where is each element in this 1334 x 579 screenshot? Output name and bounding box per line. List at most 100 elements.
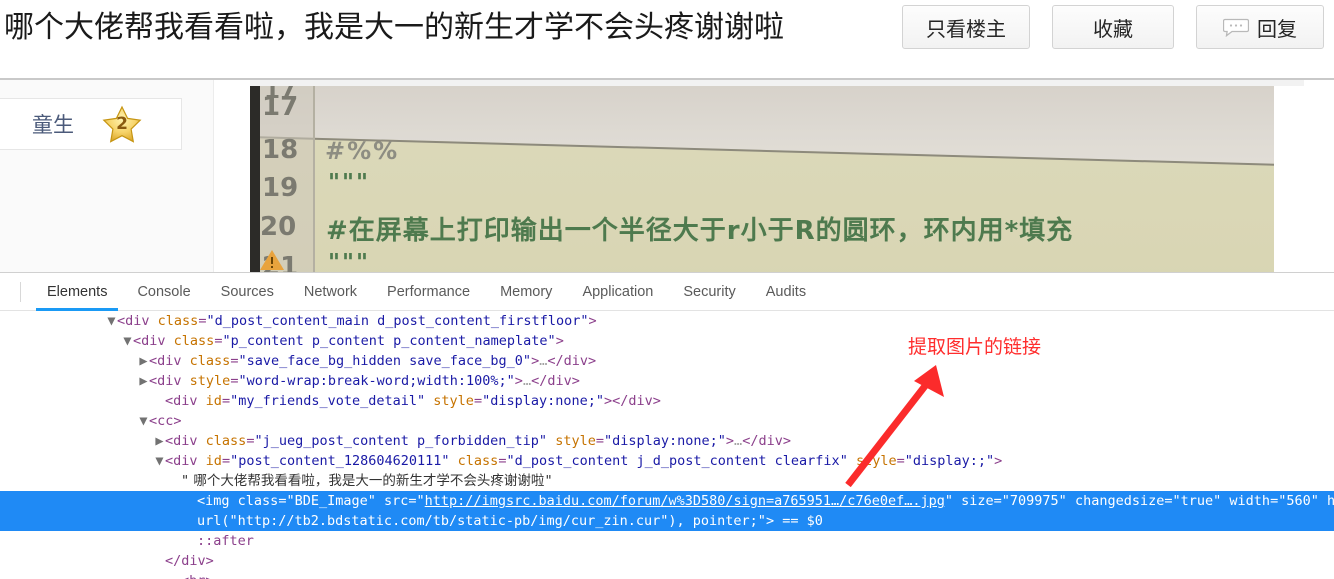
dom-token-attr: he — [1326, 493, 1334, 509]
photo-top-edge — [250, 80, 1304, 86]
devtools-tab-network[interactable]: Network — [289, 273, 372, 311]
twisty-placeholder — [186, 491, 197, 511]
dom-token-val: "d_post_content_main d_post_content_firs… — [206, 313, 589, 329]
devtools-tab-console[interactable]: Console — [122, 273, 205, 311]
dom-token-attr: style — [555, 433, 596, 449]
expand-triangle-down-icon[interactable]: ▼ — [106, 311, 117, 331]
dom-row[interactable]: ▼<div id="post_content_128604620111" cla… — [0, 451, 1334, 471]
twisty-placeholder — [170, 471, 181, 491]
dom-token-txt — [1067, 493, 1075, 509]
dom-token-attr: id — [205, 393, 222, 409]
dom-token-txt — [450, 453, 458, 469]
dom-token-val: "BDE_Image" — [286, 493, 376, 509]
dom-token-attr: style — [433, 393, 474, 409]
dom-row[interactable]: ▼<div class="p_content p_content p_conte… — [0, 331, 1334, 351]
dom-token-tag: div — [758, 433, 783, 449]
only-author-label: 只看楼主 — [926, 16, 1006, 41]
dom-token-txt — [376, 493, 384, 509]
post-actions: 只看楼主 收藏 回复 — [902, 5, 1324, 49]
dom-token-val: "d_post_content j_d_post_content clearfi… — [506, 453, 848, 469]
dom-row[interactable]: ▶<div class="save_face_bg_hidden save_fa… — [0, 351, 1334, 371]
dom-token-attr: class — [457, 453, 499, 469]
photo-code-text: """ — [328, 250, 370, 272]
up-right-arrow-icon — [840, 355, 960, 495]
img-src-link[interactable]: http://imgsrc.baidu.com/forum/w%3D580/si… — [425, 493, 945, 509]
dom-token-val: "display:none;" — [603, 433, 726, 449]
dom-token-pun: < — [165, 433, 174, 449]
devtools-tab-list: Elements Console Sources Network Performance… — [32, 273, 821, 311]
dom-token-pun: > — [173, 413, 182, 429]
devtools-tab-security[interactable]: Security — [668, 273, 750, 311]
dom-token-txt — [150, 313, 158, 329]
dom-token-val: "word-wrap:break-word;width:100%;" — [238, 373, 515, 389]
dom-token-tag: div — [157, 353, 182, 369]
dom-tree[interactable]: ▼<div class="d_post_content_main d_post_… — [0, 311, 1334, 579]
dom-token-pun: > — [205, 553, 214, 569]
speech-bubble-icon — [1223, 18, 1249, 37]
expand-triangle-down-icon[interactable]: ▼ — [154, 451, 165, 471]
dom-row[interactable]: <div id="my_friends_vote_detail" style="… — [0, 391, 1334, 411]
dom-token-pun: = — [1164, 493, 1173, 509]
dom-token-tag: div — [173, 433, 198, 449]
dom-token-tag: br — [189, 573, 205, 579]
only-author-button[interactable]: 只看楼主 — [902, 5, 1030, 49]
dom-token-tag: div — [173, 393, 198, 409]
dom-token-pun: < — [117, 313, 126, 329]
dom-token-txt — [166, 333, 174, 349]
dom-row[interactable]: </div> — [0, 551, 1334, 571]
dom-token-tag: div — [181, 553, 206, 569]
reply-button[interactable]: 回复 — [1196, 5, 1324, 49]
dom-row[interactable]: ▼<div class="d_post_content_main d_post_… — [0, 311, 1334, 331]
dom-token-pun: > — [514, 373, 523, 389]
favorite-button[interactable]: 收藏 — [1052, 5, 1174, 49]
dom-token-pun: </ — [165, 553, 182, 569]
devtools-tab-sources[interactable]: Sources — [206, 273, 289, 311]
dom-row[interactable]: ▼<cc> — [0, 411, 1334, 431]
dom-row-selected[interactable]: <img class="BDE_Image" src="http://imgsr… — [0, 491, 1334, 511]
user-rank-badge: 童生 2 — [0, 98, 182, 150]
dom-token-pun: = — [993, 493, 1002, 509]
twisty-placeholder — [154, 551, 165, 571]
photo-code-text: """ — [328, 170, 370, 196]
page-title: 哪个大佬帮我看看啦，我是大一的新生才学不会头疼谢谢啦 — [4, 10, 784, 45]
devtools-tab-memory[interactable]: Memory — [485, 273, 567, 311]
tab-label: Security — [683, 284, 736, 300]
dom-row-selected[interactable]: url("http://tb2.bdstatic.com/tb/static-p… — [0, 511, 1334, 531]
dom-token-tag: div — [173, 453, 198, 469]
dom-row[interactable]: " 哪个大佬帮我看看啦，我是大一的新生才学不会头疼谢谢啦" — [0, 471, 1334, 491]
dom-token-pun: < — [165, 453, 174, 469]
dom-token-pun: </ — [547, 353, 564, 369]
expand-triangle-right-icon[interactable]: ▶ — [138, 351, 149, 371]
attached-code-photo[interactable]: 17 17 18 #%% 19 """ 20 #在屏幕上打印输出一个半径大于r小… — [250, 80, 1304, 272]
photo-code-text: #在屏幕上打印输出一个半径大于r小于R的圆环，环内用*填充 — [326, 216, 1074, 246]
expand-triangle-down-icon[interactable]: ▼ — [138, 411, 149, 431]
devtools-tab-performance[interactable]: Performance — [372, 273, 485, 311]
dom-token-pun: < — [149, 353, 158, 369]
dom-row[interactable]: ::after — [0, 531, 1334, 551]
dom-token-pun: > — [555, 333, 564, 349]
dom-token-tag: div — [141, 333, 166, 349]
expand-triangle-right-icon[interactable]: ▶ — [154, 431, 165, 451]
photo-code-text: #%% — [325, 137, 400, 165]
expand-triangle-right-icon[interactable]: ▶ — [138, 371, 149, 391]
devtools-tab-elements[interactable]: Elements — [32, 273, 122, 311]
devtools-tab-audits[interactable]: Audits — [751, 273, 821, 311]
devtools-tab-application[interactable]: Application — [567, 273, 668, 311]
dom-token-dim: … — [734, 433, 743, 449]
dom-token-attr: class — [157, 313, 199, 329]
dom-token-txt — [230, 493, 238, 509]
dom-row[interactable]: ▶<div style="word-wrap:break-word;width:… — [0, 371, 1334, 391]
dom-token-dim: == $0 — [782, 513, 823, 529]
dom-token-txt — [182, 353, 190, 369]
dom-token-val: "p_content p_content p_content_nameplate… — [222, 333, 556, 349]
dom-row[interactable]: <br> — [0, 571, 1334, 579]
tab-label: Application — [582, 284, 654, 300]
dom-token-dim: … — [522, 373, 532, 389]
dom-token-val: " — [416, 493, 425, 509]
photo-inner: 17 17 18 #%% 19 """ 20 #在屏幕上打印输出一个半径大于r小… — [250, 80, 1304, 272]
devtools-panel: Elements Console Sources Network Performance… — [0, 272, 1334, 579]
dom-token-txt: url("http://tb2.bdstatic.com/tb/static-p… — [197, 513, 783, 529]
photo-line-number: 20 — [260, 212, 297, 242]
expand-triangle-down-icon[interactable]: ▼ — [122, 331, 133, 351]
dom-row[interactable]: ▶<div class="j_ueg_post_content p_forbid… — [0, 431, 1334, 451]
